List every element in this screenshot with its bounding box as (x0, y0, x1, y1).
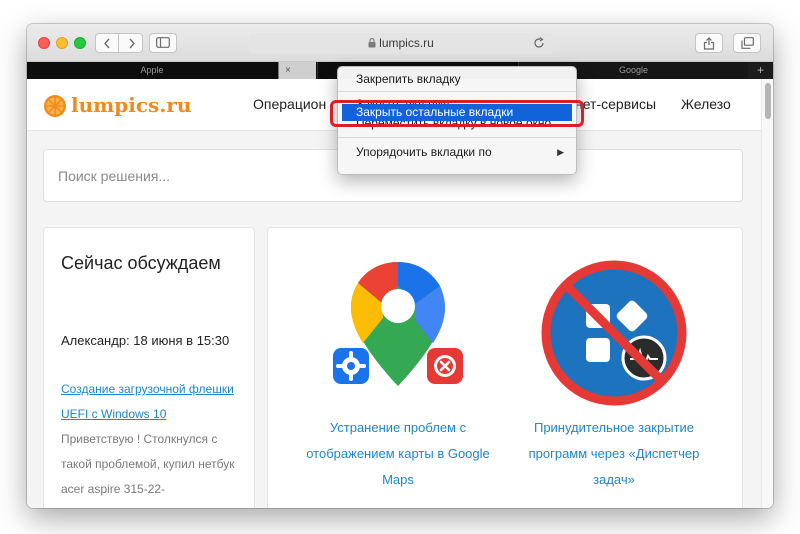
zoom-window-button[interactable] (74, 37, 86, 49)
browser-window: lumpics.ru Apple × Google + lumpics.ru О… (27, 24, 773, 508)
minimize-window-button[interactable] (56, 37, 68, 49)
menu-item-arrange-tabs-by[interactable]: Упорядочить вкладки по ▶ (338, 143, 576, 161)
logo-text: lumpics.ru (71, 93, 192, 117)
reload-icon[interactable] (533, 37, 545, 49)
article-title[interactable]: Принудительное закрытие программ через «… (514, 415, 714, 493)
comment-text: Приветствую ! Столкнулся с такой проблем… (61, 432, 235, 496)
tab-context-menu: Закрепить вкладку Закрыть вкладку Закрыт… (337, 66, 577, 175)
show-tabs-button[interactable] (733, 33, 761, 53)
comment-article-link[interactable]: Создание загрузочной флешки UEFI с Windo… (61, 377, 241, 427)
address-bar[interactable]: lumpics.ru (249, 33, 553, 54)
close-tab-icon[interactable]: × (285, 62, 291, 79)
menu-separator (338, 137, 576, 138)
menu-item-pin-tab[interactable]: Закрепить вкладку (338, 70, 576, 88)
menu-separator (338, 91, 576, 92)
article-title[interactable]: Устранение проблем с отображением карты … (298, 415, 498, 493)
chevron-left-icon (104, 38, 110, 49)
scrollbar-thumb[interactable] (765, 83, 771, 119)
menu-item-move-tab-to-new-window[interactable]: Переместить вкладку в новое окно (338, 121, 576, 131)
chevron-right-icon (128, 38, 135, 49)
tabs-overview-icon (740, 37, 754, 49)
discussion-sidebar: Сейчас обсуждаем Александр: 18 июня в 15… (43, 227, 255, 508)
page-scrollbar[interactable] (761, 79, 773, 508)
lock-icon (368, 38, 376, 48)
new-tab-button[interactable]: + (748, 62, 773, 79)
share-button[interactable] (695, 33, 723, 53)
articles-card: Устранение проблем с отображением карты … (267, 227, 743, 508)
nav-item-internet-services[interactable]: нет-сервисы (575, 96, 656, 112)
forward-button[interactable] (120, 34, 143, 52)
orange-logo-icon (44, 95, 66, 117)
address-text: lumpics.ru (379, 36, 434, 50)
tab-lumpics-active[interactable]: × (278, 62, 316, 79)
sidebar-icon (156, 37, 170, 48)
menu-item-close-other-tabs[interactable]: Закрыть остальные вкладки (342, 104, 572, 121)
browser-toolbar: lumpics.ru (27, 24, 773, 62)
tab-apple[interactable]: Apple (27, 62, 277, 79)
menu-item-close-tab[interactable]: Закрыть вкладку (338, 95, 576, 104)
share-icon (703, 37, 715, 50)
task-manager-prohibited-icon (541, 260, 687, 406)
sidebar-toggle-button[interactable] (149, 33, 177, 53)
comment-author-date: Александр: 18 июня в 15:30 (61, 333, 230, 348)
nav-item-hardware[interactable]: Железо (681, 96, 731, 112)
close-window-button[interactable] (38, 37, 50, 49)
nav-item-os[interactable]: Операцион (253, 96, 326, 112)
submenu-arrow-icon: ▶ (557, 147, 564, 157)
sidebar-title: Сейчас обсуждаем (61, 253, 221, 273)
google-maps-error-icon (333, 262, 463, 386)
menu-item-label: Переместить вкладку в новое окно (356, 121, 552, 130)
back-button[interactable] (96, 34, 119, 52)
navigation-buttons (95, 33, 143, 53)
menu-item-label: Упорядочить вкладки по (356, 145, 492, 159)
